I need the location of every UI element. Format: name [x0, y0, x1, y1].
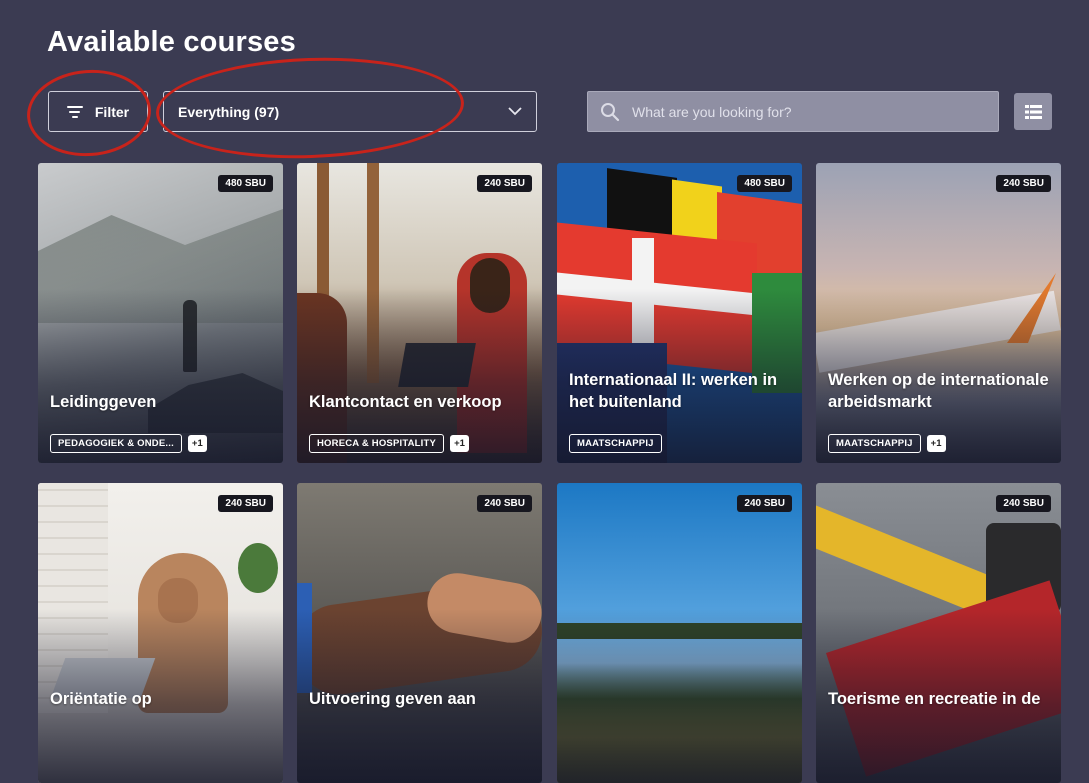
search-input[interactable]	[630, 102, 974, 121]
list-view-toggle[interactable]	[1014, 93, 1052, 130]
course-card[interactable]: 240 SBU Klantcontact en verkoop HORECA &…	[297, 163, 542, 463]
annotation-circle-dropdown	[154, 52, 466, 164]
credits-badge: 480 SBU	[218, 175, 273, 192]
credits-badge: 240 SBU	[996, 175, 1051, 192]
credits-badge: 240 SBU	[477, 495, 532, 512]
course-card[interactable]: 240 SBU Uitvoering geven aan	[297, 483, 542, 783]
course-title: Uitvoering geven aan	[309, 690, 476, 708]
course-title: Werken op de internationale arbeidsmarkt	[828, 371, 1049, 411]
credits-badge: 240 SBU	[218, 495, 273, 512]
more-tags-badge: +1	[926, 435, 946, 452]
more-tags-badge: +1	[187, 435, 207, 452]
course-card[interactable]: 240 SBU Toerisme en recreatie in de	[816, 483, 1061, 783]
credits-badge: 480 SBU	[737, 175, 792, 192]
course-title: Klantcontact en verkoop	[309, 393, 502, 411]
course-title: Internationaal II: werken in het buitenl…	[569, 371, 778, 411]
course-card[interactable]: 240 SBU	[557, 483, 802, 783]
course-card[interactable]: 480 SBU Leidinggeven PEDAGOGIEK & ONDE..…	[38, 163, 283, 463]
search-field[interactable]	[587, 91, 999, 132]
credits-badge: 240 SBU	[996, 495, 1051, 512]
course-card[interactable]: 480 SBU Internationaal II: werken in het…	[557, 163, 802, 463]
annotation-circle-filter	[24, 65, 154, 161]
search-icon	[601, 102, 620, 121]
page-title: Available courses	[47, 26, 296, 58]
credits-badge: 240 SBU	[737, 495, 792, 512]
more-tags-badge: +1	[450, 435, 469, 452]
course-card[interactable]: 240 SBU Oriëntatie op	[38, 483, 283, 783]
course-title: Leidinggeven	[50, 393, 157, 411]
course-title: Toerisme en recreatie in de	[828, 690, 1041, 708]
course-title: Oriëntatie op	[50, 690, 152, 708]
category-tag: PEDAGOGIEK & ONDE...	[50, 434, 182, 453]
category-tag: HORECA & HOSPITALITY	[309, 434, 445, 453]
credits-badge: 240 SBU	[477, 175, 532, 192]
chevron-down-icon	[508, 107, 522, 116]
course-card[interactable]: 240 SBU Werken op de internationale arbe…	[816, 163, 1061, 463]
category-tag: MAATSCHAPPIJ	[569, 434, 662, 453]
list-icon	[1024, 104, 1042, 119]
category-tag: MAATSCHAPPIJ	[828, 434, 921, 453]
